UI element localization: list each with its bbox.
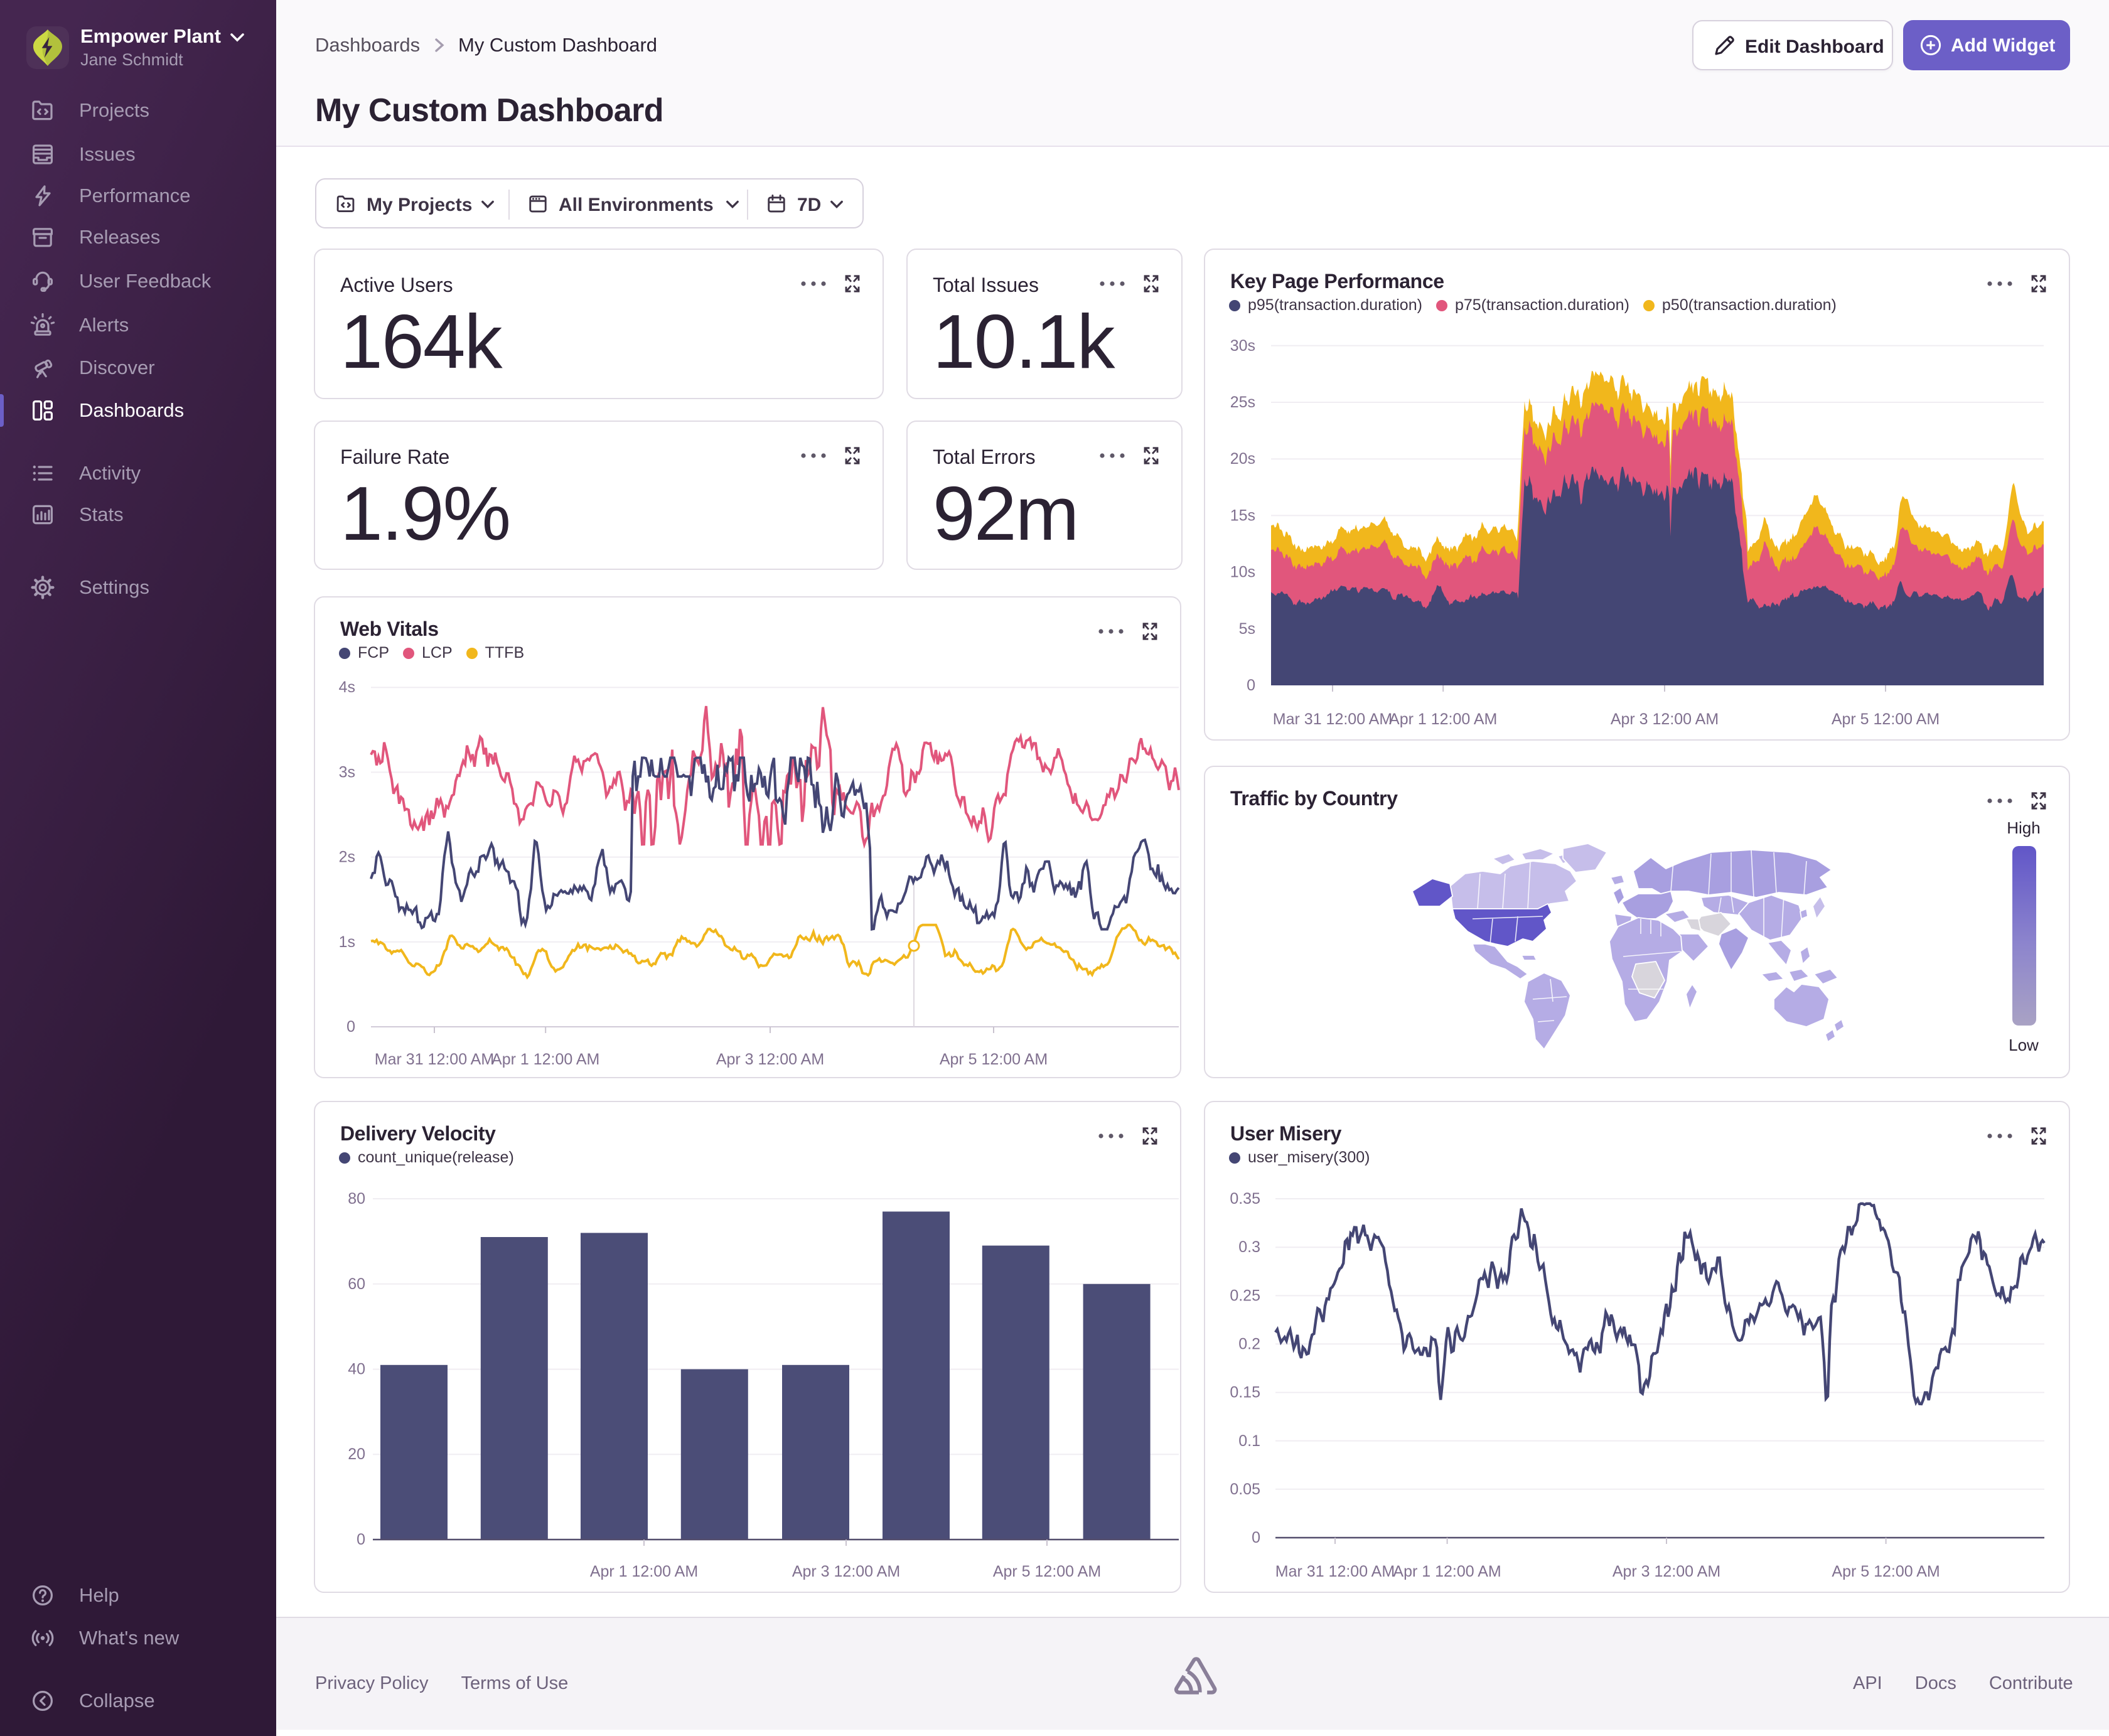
svg-text:0: 0: [1247, 677, 1255, 694]
svg-text:Apr 1 12:00 AM: Apr 1 12:00 AM: [491, 1051, 599, 1068]
svg-text:Mar 31 12:00 AM: Mar 31 12:00 AM: [375, 1051, 494, 1068]
svg-text:15s: 15s: [1230, 506, 1255, 524]
svg-text:Apr 5 12:00 AM: Apr 5 12:00 AM: [940, 1051, 1048, 1068]
svg-text:0.05: 0.05: [1230, 1481, 1260, 1498]
svg-text:Mar 31 12:00 AM: Mar 31 12:00 AM: [1273, 710, 1392, 728]
svg-text:Apr 3 12:00 AM: Apr 3 12:00 AM: [1613, 1563, 1720, 1580]
svg-text:5s: 5s: [1239, 620, 1255, 638]
svg-text:10s: 10s: [1230, 564, 1255, 581]
svg-text:4s: 4s: [339, 678, 355, 696]
svg-text:Apr 1 12:00 AM: Apr 1 12:00 AM: [590, 1563, 698, 1580]
svg-text:0.2: 0.2: [1238, 1335, 1260, 1353]
svg-text:Apr 1 12:00 AM: Apr 1 12:00 AM: [1393, 1563, 1501, 1580]
svg-text:80: 80: [348, 1190, 365, 1208]
svg-text:High: High: [2007, 818, 2040, 837]
svg-text:3s: 3s: [339, 763, 355, 781]
svg-text:Apr 5 12:00 AM: Apr 5 12:00 AM: [1832, 1563, 1940, 1580]
svg-text:0.3: 0.3: [1238, 1238, 1260, 1256]
svg-text:60: 60: [348, 1275, 365, 1293]
svg-text:0.1: 0.1: [1238, 1432, 1260, 1450]
svg-text:Apr 3 12:00 AM: Apr 3 12:00 AM: [792, 1563, 900, 1580]
svg-text:25s: 25s: [1230, 394, 1255, 411]
svg-text:20: 20: [348, 1445, 365, 1463]
svg-text:Apr 5 12:00 AM: Apr 5 12:00 AM: [1832, 710, 1940, 728]
svg-text:30s: 30s: [1230, 337, 1255, 355]
svg-text:2s: 2s: [339, 849, 355, 866]
svg-text:20s: 20s: [1230, 450, 1255, 468]
svg-text:0.25: 0.25: [1230, 1287, 1260, 1304]
svg-text:0.15: 0.15: [1230, 1384, 1260, 1401]
svg-text:Apr 3 12:00 AM: Apr 3 12:00 AM: [1611, 710, 1719, 728]
svg-text:Apr 3 12:00 AM: Apr 3 12:00 AM: [716, 1051, 824, 1068]
svg-text:Mar 31 12:00 AM: Mar 31 12:00 AM: [1275, 1563, 1395, 1580]
svg-text:Apr 5 12:00 AM: Apr 5 12:00 AM: [993, 1563, 1101, 1580]
svg-text:1s: 1s: [339, 933, 355, 951]
svg-text:40: 40: [348, 1361, 365, 1378]
svg-text:0: 0: [346, 1018, 355, 1036]
svg-text:0: 0: [1252, 1529, 1260, 1546]
svg-text:0: 0: [357, 1531, 365, 1548]
svg-text:Low: Low: [2009, 1036, 2039, 1054]
svg-text:0.35: 0.35: [1230, 1190, 1260, 1208]
svg-text:Apr 1 12:00 AM: Apr 1 12:00 AM: [1389, 710, 1497, 728]
